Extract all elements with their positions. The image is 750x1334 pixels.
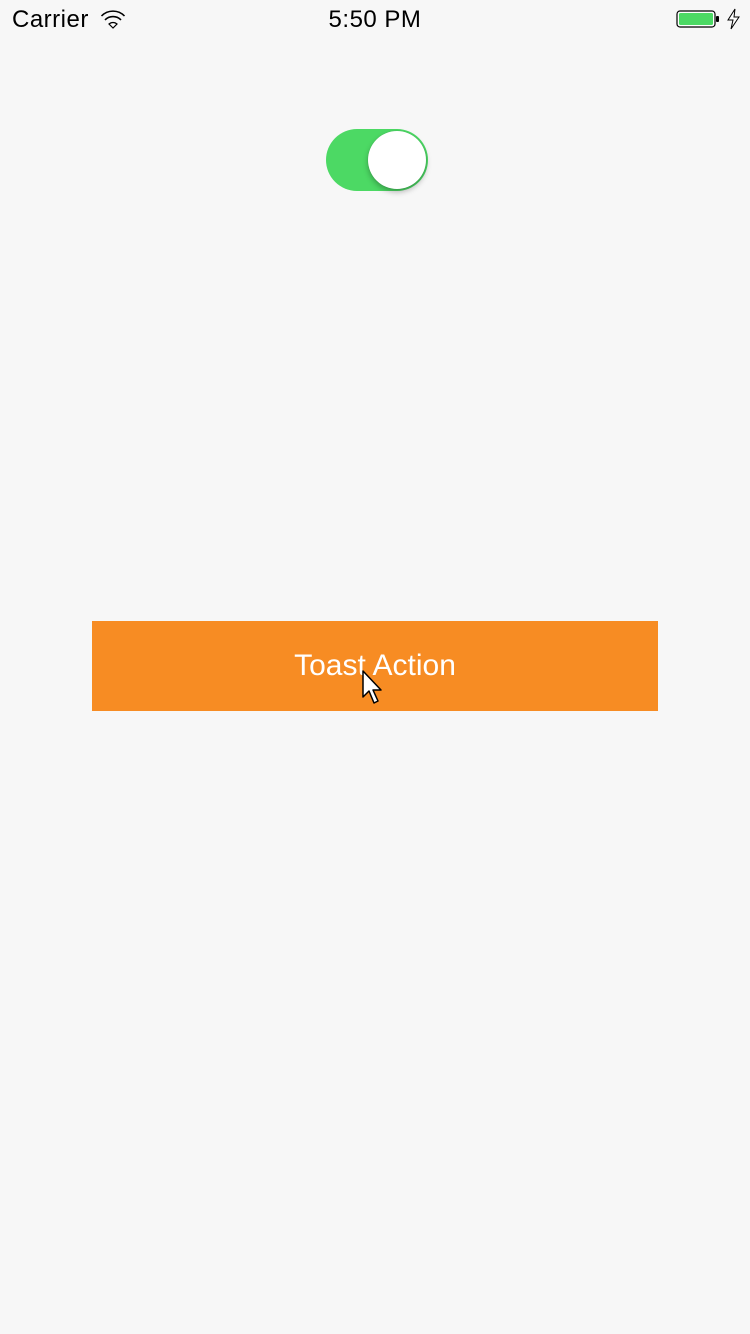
toggle-switch[interactable] bbox=[326, 129, 428, 191]
status-bar: Carrier 5:50 PM bbox=[0, 0, 750, 40]
charging-icon bbox=[727, 8, 740, 30]
app-screen: Carrier 5:50 PM Toast Action bbox=[0, 0, 750, 1334]
status-time: 5:50 PM bbox=[328, 6, 422, 33]
pointer-cursor-icon bbox=[362, 670, 382, 704]
toggle-knob[interactable] bbox=[368, 131, 426, 189]
battery-icon bbox=[676, 10, 719, 28]
